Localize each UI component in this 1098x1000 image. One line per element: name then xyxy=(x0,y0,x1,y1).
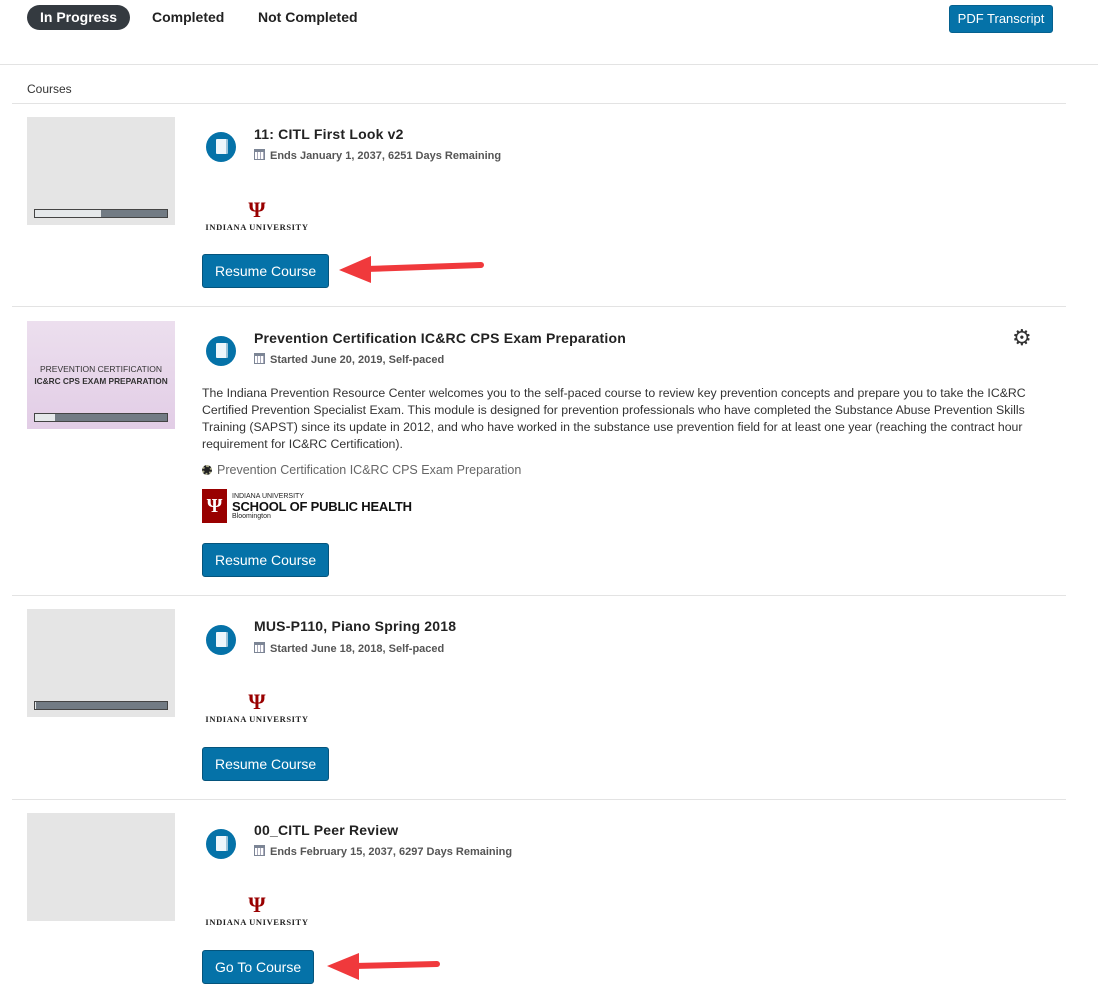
badge-icon xyxy=(202,465,212,475)
progress-bar xyxy=(34,413,168,422)
course-thumbnail[interactable] xyxy=(27,609,175,717)
book-icon xyxy=(206,829,236,859)
course-title[interactable]: MUS-P110, Piano Spring 2018 xyxy=(254,618,456,634)
course-date: Ends January 1, 2037, 6251 Days Remainin… xyxy=(254,149,501,162)
course-date: Ends February 15, 2037, 6297 Days Remain… xyxy=(254,845,512,858)
resume-course-button[interactable]: Resume Course xyxy=(202,747,330,781)
indiana-university-logo: Ψ INDIANA UNIVERSITY xyxy=(205,689,309,725)
book-icon xyxy=(206,132,236,162)
go-to-course-button[interactable]: Go To Course xyxy=(202,950,315,984)
book-icon xyxy=(206,625,236,655)
indiana-university-logo: Ψ INDIANA UNIVERSITY xyxy=(205,892,309,928)
progress-bar xyxy=(34,209,168,218)
calendar-icon xyxy=(254,149,265,160)
calendar-icon xyxy=(254,353,265,364)
course-title[interactable]: 11: CITL First Look v2 xyxy=(254,126,404,142)
book-icon xyxy=(206,336,236,366)
arrow-annotation xyxy=(327,953,440,980)
course-date: Started June 18, 2018, Self-paced xyxy=(254,642,444,655)
course-title[interactable]: 00_CITL Peer Review xyxy=(254,822,398,838)
calendar-icon xyxy=(254,845,265,856)
tab-in-progress[interactable]: In Progress xyxy=(27,5,131,30)
school-of-public-health-logo: Ψ INDIANA UNIVERSITY SCHOOL OF PUBLIC HEA… xyxy=(202,489,412,523)
divider xyxy=(12,103,1066,104)
resume-course-button[interactable]: Resume Course xyxy=(202,254,330,288)
tab-completed[interactable]: Completed xyxy=(139,5,237,30)
divider xyxy=(12,799,1066,800)
progress-bar xyxy=(34,701,168,710)
pdf-transcript-button[interactable]: PDF Transcript xyxy=(949,5,1053,33)
section-label: Courses xyxy=(27,82,72,96)
divider xyxy=(12,306,1066,307)
calendar-icon xyxy=(254,642,265,653)
course-thumbnail[interactable] xyxy=(27,117,175,225)
course-tag[interactable]: Prevention Certification IC&RC CPS Exam … xyxy=(202,463,521,477)
course-description: The Indiana Prevention Resource Center w… xyxy=(202,386,1026,451)
gear-icon[interactable]: ⚙ xyxy=(1012,327,1032,349)
arrow-annotation xyxy=(339,256,484,283)
resume-course-button[interactable]: Resume Course xyxy=(202,543,330,577)
course-thumbnail[interactable]: PREVENTION CERTIFICATION IC&RC CPS EXAM P… xyxy=(27,321,175,429)
tab-not-completed[interactable]: Not Completed xyxy=(245,5,371,30)
course-date: Started June 20, 2019, Self-paced xyxy=(254,353,444,366)
divider xyxy=(0,64,1098,65)
course-thumbnail[interactable] xyxy=(27,813,175,921)
course-title[interactable]: Prevention Certification IC&RC CPS Exam … xyxy=(254,330,626,346)
indiana-university-logo: Ψ INDIANA UNIVERSITY xyxy=(205,197,309,233)
divider xyxy=(12,595,1066,596)
